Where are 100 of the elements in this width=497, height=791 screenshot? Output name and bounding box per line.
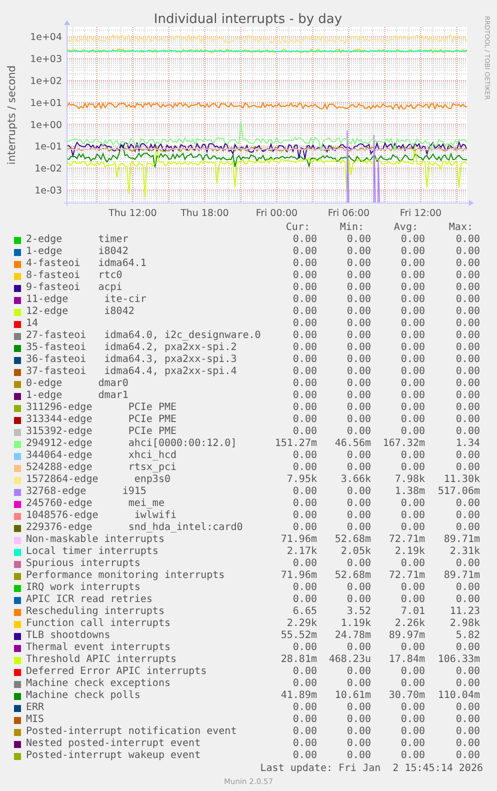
series-label: 0-edge dmar0 <box>26 378 130 390</box>
stat-value: 0.00 <box>292 498 317 510</box>
stat-value: 0.00 <box>400 462 425 474</box>
stat-value: 0.00 <box>346 450 371 462</box>
stat-value: 0.00 <box>346 558 371 570</box>
stat-value: 0.00 <box>346 582 371 594</box>
y-tick-label: 1e-01 <box>34 142 62 153</box>
stat-value: 0.00 <box>400 414 425 426</box>
series-label: 14 <box>26 318 40 330</box>
series-label: IRQ work interrupts <box>26 582 142 594</box>
stat-value: 0.00 <box>346 462 371 474</box>
stat-value: 0.00 <box>400 666 425 678</box>
stat-value: 2.17k <box>286 546 317 558</box>
stat-value: 0.00 <box>400 594 425 606</box>
stat-value: 0.00 <box>400 390 425 402</box>
stat-value: 7.95k <box>286 474 317 486</box>
stat-value: 89.71m <box>444 570 480 582</box>
stat-value: 0.00 <box>346 414 371 426</box>
stat-value: 0.00 <box>400 450 425 462</box>
stat-value: 0.00 <box>456 366 480 378</box>
stat-value: 0.00 <box>400 342 425 354</box>
stat-value: 0.00 <box>346 498 371 510</box>
stat-value: 71.96m <box>280 534 317 546</box>
stat-value: 0.00 <box>292 462 317 474</box>
series-label: 245760-edge mei_me <box>26 498 166 510</box>
series-label: 294912-edge ahci[0000:00:12.0] <box>26 438 238 450</box>
stat-value: 0.00 <box>292 594 317 606</box>
stat-value: 10.61m <box>334 690 371 702</box>
stat-value: 0.00 <box>292 378 317 390</box>
stat-value: 0.00 <box>400 714 425 726</box>
stat-value: 0.00 <box>456 714 480 726</box>
series-label: 12-edge i8042 <box>26 306 136 318</box>
stat-value: 0.00 <box>292 246 317 258</box>
column-header: Avg: <box>394 222 419 234</box>
stat-value: 72.71m <box>388 534 425 546</box>
stat-value: 0.00 <box>400 642 425 654</box>
stat-value: 0.00 <box>346 678 371 690</box>
series-label: 1-edge i8042 <box>26 246 130 258</box>
stat-value: 0.00 <box>456 738 480 750</box>
stat-value: 0.00 <box>346 330 371 342</box>
stat-value: 0.00 <box>456 270 480 282</box>
stat-value: 0.00 <box>400 258 425 270</box>
stat-value: 0.00 <box>456 306 480 318</box>
stat-value: 0.00 <box>456 666 480 678</box>
stat-value: 0.00 <box>456 498 480 510</box>
stat-value: 0.00 <box>400 306 425 318</box>
series-label: Posted-interrupt wakeup event <box>26 750 202 762</box>
series-label: 27-fasteoi idma64.0, i2c_designware.0 <box>26 330 262 342</box>
series-label: Rescheduling interrupts <box>26 606 166 618</box>
series-label: 1572864-edge enp3s0 <box>26 474 172 486</box>
stat-value: 0.00 <box>400 330 425 342</box>
stat-value: 0.00 <box>456 426 480 438</box>
series-label: 37-fasteoi idma64.4, pxa2xx-spi.4 <box>26 366 238 378</box>
series-label: Nested posted-interrupt event <box>26 738 202 750</box>
stat-value: 0.00 <box>292 702 317 714</box>
stat-value: 3.66k <box>340 474 371 486</box>
stat-value: 0.00 <box>292 342 317 354</box>
stat-value: 0.00 <box>346 342 371 354</box>
stat-value: 0.00 <box>400 354 425 366</box>
stat-value: 0.00 <box>456 246 480 258</box>
stat-value: 1.19k <box>340 618 371 630</box>
stat-value: 0.00 <box>456 234 480 246</box>
stat-value: 0.00 <box>346 390 371 402</box>
stat-value: 1.34 <box>456 438 480 450</box>
stat-value: 0.00 <box>456 558 480 570</box>
x-tick-label: Fri 06:00 <box>328 208 370 219</box>
stat-value: 2.98k <box>450 618 480 630</box>
series-label: Non-maskable interrupts <box>26 534 166 546</box>
stat-value: 0.00 <box>456 450 480 462</box>
series-label: Machine check polls <box>26 690 142 702</box>
stat-value: 0.00 <box>292 354 317 366</box>
series-label: 311296-edge PCIe PME <box>26 402 178 414</box>
series-label: 315392-edge PCIe PME <box>26 426 178 438</box>
stat-value: 0.00 <box>346 594 371 606</box>
stat-value: 0.00 <box>292 234 317 246</box>
stat-value: 0.00 <box>292 726 317 738</box>
stat-value: 6.65 <box>292 606 317 618</box>
x-tick-label: Thu 12:00 <box>108 208 157 219</box>
stat-value: 2.31k <box>450 546 480 558</box>
stat-value: 0.00 <box>456 354 480 366</box>
stat-value: 0.00 <box>346 258 371 270</box>
stat-value: 0.00 <box>346 642 371 654</box>
stat-value: 0.00 <box>346 378 371 390</box>
series-label: Local timer interrupts <box>26 546 160 558</box>
series-label: ERR <box>26 702 46 714</box>
stat-value: 0.00 <box>292 558 317 570</box>
stat-value: 0.00 <box>292 402 317 414</box>
stat-value: 106.33m <box>438 654 480 666</box>
series-label: 344064-edge xhci_hcd <box>26 450 178 462</box>
y-tick-label: 1e+02 <box>30 76 62 87</box>
stat-value: 0.00 <box>292 714 317 726</box>
series-label: 8-fasteoi rtc0 <box>26 270 124 282</box>
stat-value: 30.70m <box>388 690 425 702</box>
series-label: 4-fasteoi idma64.1 <box>26 258 148 270</box>
stat-value: 0.00 <box>292 750 317 762</box>
stat-value: 0.00 <box>456 414 480 426</box>
stat-value: 151.27m <box>274 438 317 450</box>
stat-value: 5.82 <box>456 630 480 642</box>
series-label: 9-fasteoi acpi <box>26 282 124 294</box>
stat-value: 0.00 <box>346 366 371 378</box>
